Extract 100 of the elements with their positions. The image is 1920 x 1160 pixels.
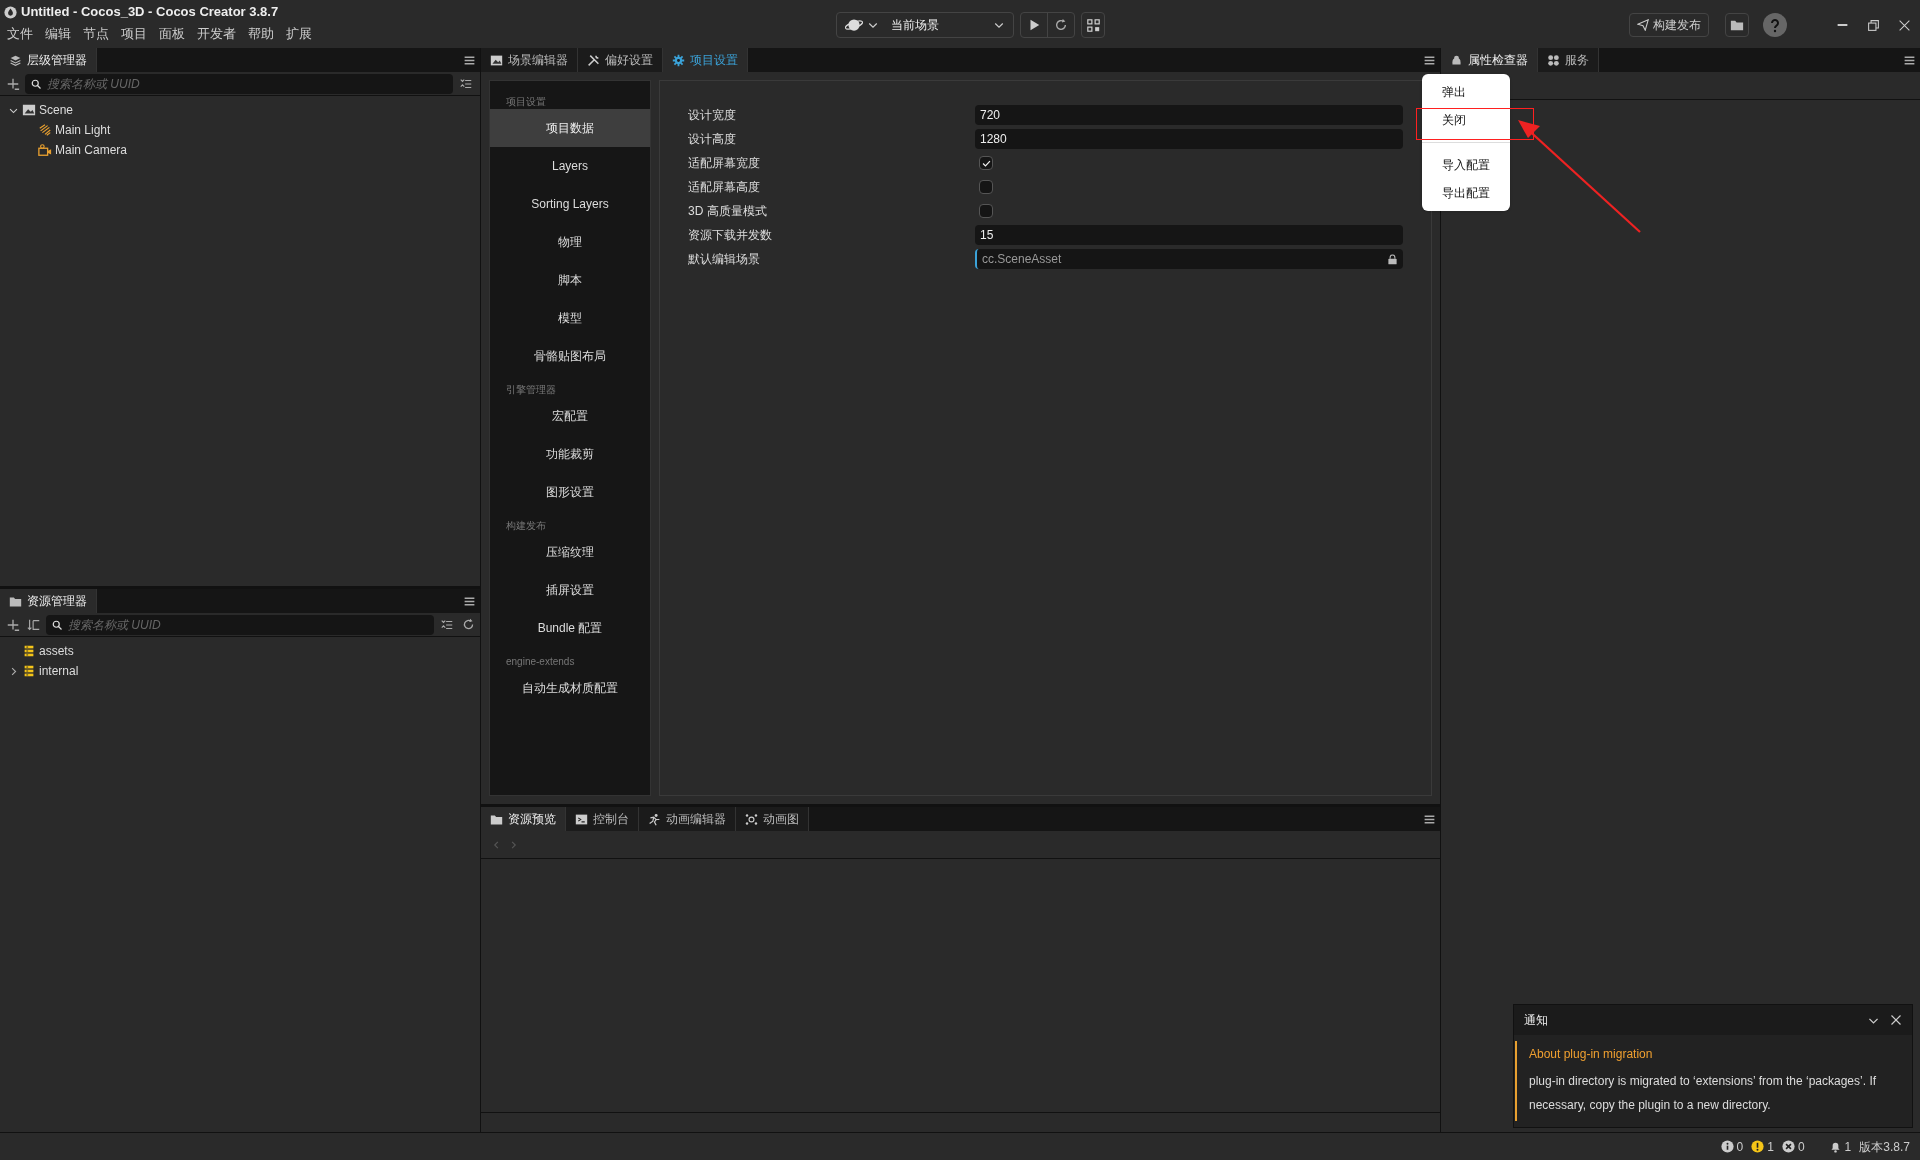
refresh-icon — [1054, 18, 1068, 32]
notification-count[interactable]: 1 — [1844, 1137, 1852, 1156]
field-label: 设计宽度 — [688, 107, 737, 124]
settings-nav-item[interactable]: 压缩纹理 — [490, 533, 650, 571]
menu-item[interactable]: 导入配置 — [1422, 151, 1510, 179]
panel-tab[interactable]: 动画图 — [736, 807, 809, 831]
settings-nav-item[interactable]: 骨骼贴图布局 — [490, 337, 650, 375]
field-label: 默认编辑场景 — [688, 251, 761, 268]
panel-tab[interactable]: 偏好设置 — [578, 48, 663, 72]
checkbox[interactable] — [979, 180, 993, 194]
panel-tab[interactable]: 控制台 — [566, 807, 639, 831]
layers-icon — [9, 53, 22, 67]
settings-nav-item[interactable]: 物理 — [490, 223, 650, 261]
menu-item[interactable]: 弹出 — [1422, 78, 1510, 106]
section-heading: engine-extends — [505, 655, 576, 669]
open-folder-button[interactable] — [1725, 13, 1749, 37]
camera-icon — [38, 143, 52, 157]
warning-icon — [1751, 1140, 1765, 1153]
chevron-left-icon — [491, 839, 501, 850]
menu-item[interactable]: 导出配置 — [1422, 179, 1510, 207]
menu-item[interactable]: 帮助 — [248, 24, 274, 44]
panel-tab[interactable]: 动画编辑器 — [639, 807, 736, 831]
settings-nav-item[interactable]: Layers — [490, 147, 650, 185]
panel-tab[interactable]: 资源管理器 — [0, 589, 97, 613]
text-field[interactable]: 15 — [975, 225, 1403, 245]
field-label: 3D 高质量模式 — [688, 203, 768, 220]
settings-nav-item[interactable]: 插屏设置 — [490, 571, 650, 609]
section-heading: 引擎管理器 — [505, 383, 557, 397]
paper-plane-icon — [1637, 19, 1649, 31]
list-icon — [440, 617, 454, 632]
database-icon — [22, 644, 36, 658]
sort-icon — [27, 617, 41, 632]
node-graph-icon — [745, 812, 758, 826]
menu-item[interactable]: 编辑 — [45, 24, 71, 44]
qr-code-icon — [1086, 18, 1100, 32]
info-count[interactable]: 0 — [1736, 1137, 1744, 1156]
close-button[interactable] — [1890, 1014, 1902, 1026]
tree-item[interactable]: internal — [39, 662, 79, 680]
tree-item[interactable]: Scene — [39, 101, 74, 119]
database-icon — [22, 664, 36, 678]
panel-tab[interactable]: 资源预览 — [481, 807, 566, 831]
tree-item[interactable]: Main Camera — [55, 141, 128, 159]
menu-item[interactable]: 面板 — [159, 24, 185, 44]
info-icon — [1720, 1140, 1734, 1153]
tree-item[interactable]: assets — [39, 642, 74, 660]
settings-nav-item[interactable]: 脚本 — [490, 261, 650, 299]
restore-icon — [1867, 18, 1880, 32]
search-field[interactable]: 搜索名称或 UUID — [46, 614, 434, 635]
search-icon — [30, 77, 42, 90]
field-label: 适配屏幕宽度 — [688, 155, 761, 172]
scene-select[interactable]: 当前场景 — [836, 12, 1014, 38]
settings-nav-item[interactable]: 自动生成材质配置 — [490, 669, 650, 707]
settings-nav-item[interactable]: 项目数据 — [490, 109, 650, 147]
window-title: Untitled - Cocos_3D - Cocos Creator 3.8.7 — [21, 3, 279, 22]
menu-item[interactable]: 关闭 — [1422, 106, 1510, 134]
menu-item[interactable]: 文件 — [7, 24, 33, 44]
tree-item[interactable]: Main Light — [55, 121, 111, 139]
notification-title: 通知 — [1524, 1012, 1549, 1029]
section-heading: 构建发布 — [505, 519, 547, 533]
menu-item[interactable]: 扩展 — [286, 24, 312, 44]
settings-nav-item[interactable]: 宏配置 — [490, 397, 650, 435]
folder-icon — [9, 594, 22, 608]
field-label: 资源下载并发数 — [688, 227, 773, 244]
panel-tab[interactable]: 服务 — [1538, 48, 1599, 72]
minimize-icon — [1836, 24, 1849, 26]
folder-icon — [490, 812, 503, 826]
settings-nav-item[interactable]: 图形设置 — [490, 473, 650, 511]
settings-nav-item[interactable]: Bundle 配置 — [490, 609, 650, 647]
panel-tab[interactable]: 项目设置 — [663, 48, 748, 72]
close-icon — [1890, 1014, 1902, 1026]
lock-icon — [1387, 253, 1398, 265]
search-field[interactable]: 搜索名称或 UUID — [25, 73, 453, 94]
menu-item[interactable]: 节点 — [83, 24, 109, 44]
plus-icon — [6, 76, 20, 91]
warning-count[interactable]: 1 — [1767, 1137, 1774, 1156]
running-figure-icon — [648, 812, 661, 826]
asset-field[interactable]: cc.SceneAsset — [975, 249, 1403, 269]
refresh-icon — [461, 618, 475, 631]
build-publish-button[interactable]: 构建发布 — [1629, 13, 1709, 37]
settings-nav-item[interactable]: 模型 — [490, 299, 650, 337]
field-label: 设计高度 — [688, 131, 737, 148]
panel-tab[interactable]: 层级管理器 — [0, 48, 97, 72]
text-field[interactable]: 720 — [975, 105, 1403, 125]
terminal-icon — [575, 812, 588, 826]
settings-nav-item[interactable]: 功能裁剪 — [490, 435, 650, 473]
checkbox[interactable] — [979, 204, 993, 218]
text-field[interactable]: 1280 — [975, 129, 1403, 149]
error-count[interactable]: 0 — [1797, 1137, 1805, 1156]
settings-nav-item[interactable]: Sorting Layers — [490, 185, 650, 223]
checkbox[interactable] — [979, 156, 993, 170]
menu-item[interactable]: 开发者 — [197, 24, 236, 44]
field-label: 适配屏幕高度 — [688, 179, 761, 196]
menu-item[interactable]: 项目 — [121, 24, 147, 44]
panel-tab[interactable]: 场景编辑器 — [481, 48, 578, 72]
qr-code-button[interactable] — [1081, 12, 1105, 38]
light-icon — [38, 123, 52, 137]
help-button[interactable] — [1763, 13, 1787, 37]
search-icon — [51, 618, 63, 631]
panel-tab[interactable]: 属性检查器 — [1441, 48, 1538, 72]
four-dots-icon — [1547, 53, 1560, 67]
